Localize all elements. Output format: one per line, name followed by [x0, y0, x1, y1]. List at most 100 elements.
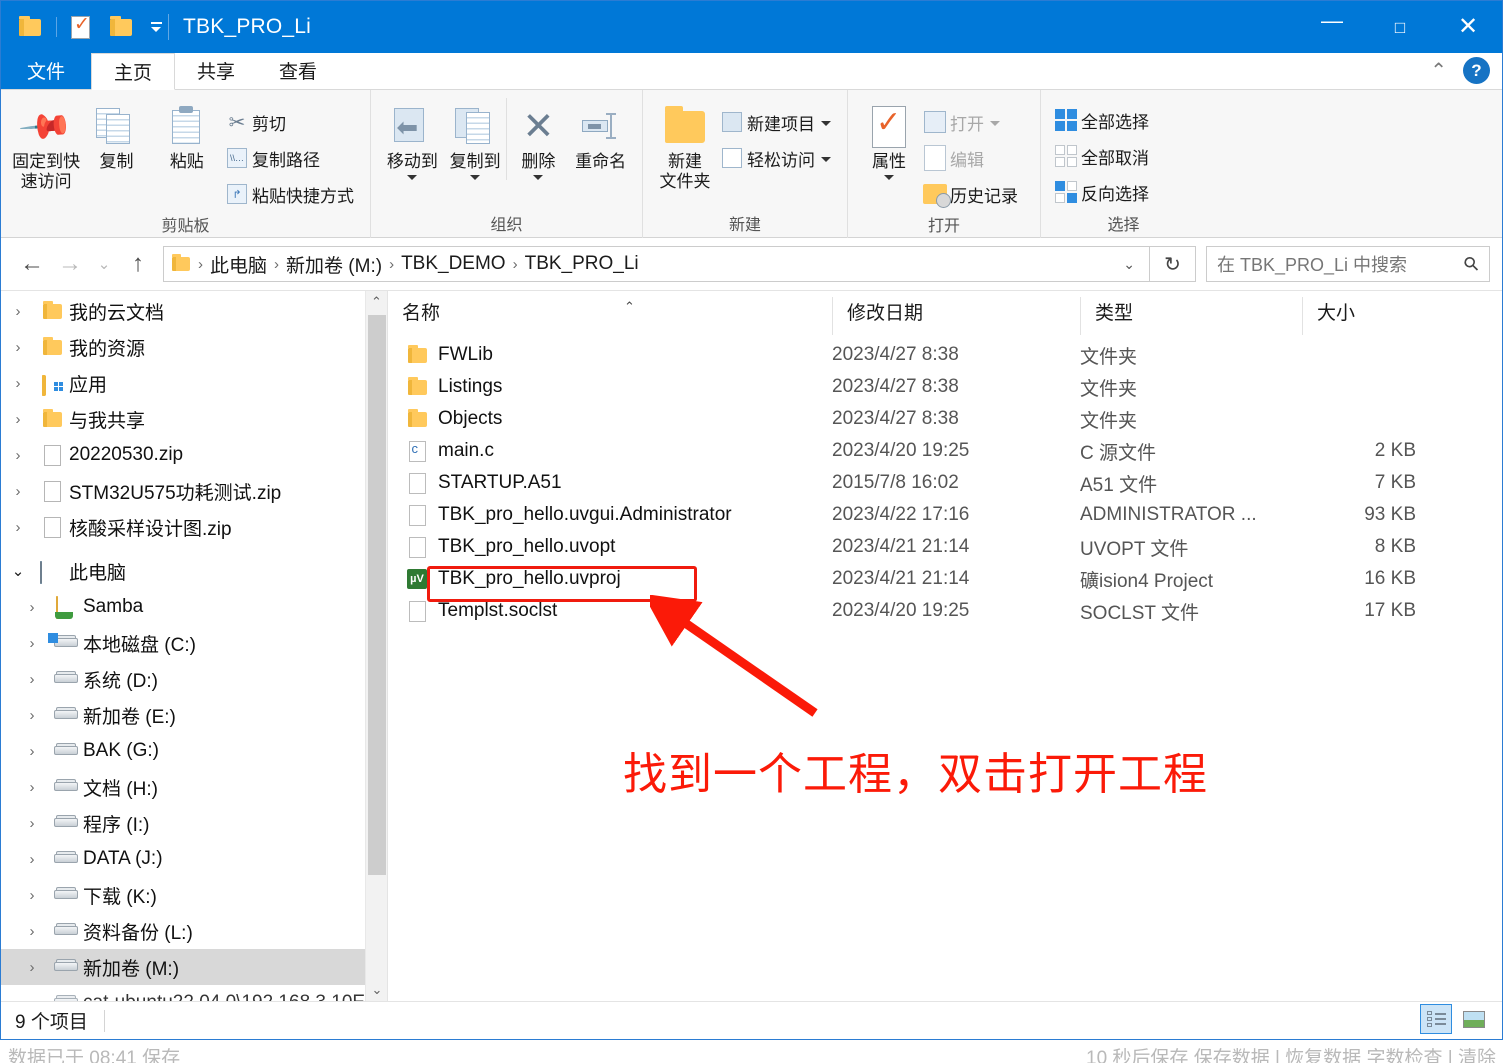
- column-header-size[interactable]: 大小: [1302, 297, 1442, 335]
- chevron-right-icon[interactable]: ›: [15, 743, 49, 760]
- details-view-button[interactable]: [1420, 1004, 1452, 1034]
- chevron-right-icon[interactable]: ›: [1, 303, 35, 320]
- sidebar-item-shared-with-me[interactable]: › 与我共享: [1, 401, 387, 437]
- sidebar-item-local-disk-c[interactable]: › 本地磁盘 (C:): [1, 625, 387, 661]
- select-none-button[interactable]: 全部取消: [1051, 138, 1155, 174]
- breadcrumb-item-2[interactable]: TBK_DEMO: [398, 253, 509, 275]
- file-name-cell[interactable]: Templst.soclst: [388, 600, 832, 622]
- folder-icon[interactable]: [15, 12, 45, 42]
- chevron-down-icon[interactable]: [821, 121, 831, 126]
- sidebar-item-drive-h[interactable]: › 文档 (H:): [1, 769, 387, 805]
- file-name-cell[interactable]: FWLib: [388, 344, 832, 366]
- sidebar-item-my-cloud-docs[interactable]: › 我的云文档: [1, 293, 387, 329]
- sidebar-item-drive-k[interactable]: › 下载 (K:): [1, 877, 387, 913]
- chevron-right-icon[interactable]: ›: [1, 519, 35, 536]
- table-row-uvproj[interactable]: µV TBK_pro_hello.uvproj 2023/4/21 21:14 …: [388, 563, 1502, 595]
- invert-selection-button[interactable]: 反向选择: [1051, 174, 1155, 210]
- chevron-down-icon[interactable]: ⌄: [1123, 256, 1141, 273]
- chevron-right-icon[interactable]: ›: [1, 447, 35, 464]
- sidebar-item-drive-i[interactable]: › 程序 (I:): [1, 805, 387, 841]
- easy-access-button[interactable]: 轻松访问: [717, 140, 837, 176]
- minimize-button[interactable]: —: [1298, 1, 1366, 53]
- table-row[interactable]: Objects 2023/4/27 8:38 文件夹: [388, 403, 1502, 435]
- file-name-cell[interactable]: Objects: [388, 408, 832, 430]
- sidebar-item-zip-hesuan[interactable]: › 核酸采样设计图.zip: [1, 509, 387, 545]
- table-row[interactable]: FWLib 2023/4/27 8:38 文件夹: [388, 339, 1502, 371]
- chevron-right-icon[interactable]: ›: [1, 483, 35, 500]
- table-row[interactable]: TBK_pro_hello.uvgui.Administrator 2023/4…: [388, 499, 1502, 531]
- tab-view[interactable]: 查看: [257, 52, 339, 89]
- chevron-up-icon[interactable]: ⌃: [1430, 58, 1447, 83]
- chevron-down-icon[interactable]: [884, 174, 894, 180]
- sidebar-item-samba[interactable]: › Samba: [1, 589, 387, 625]
- file-name-cell[interactable]: TBK_pro_hello.uvgui.Administrator: [388, 504, 832, 526]
- chevron-right-icon[interactable]: ›: [15, 635, 49, 652]
- properties-icon[interactable]: [66, 12, 96, 42]
- copy-path-button[interactable]: \\… 复制路径: [222, 140, 360, 176]
- chevron-right-icon[interactable]: ›: [15, 887, 49, 904]
- navigation-scrollbar[interactable]: ⌃ ⌄: [365, 291, 387, 1001]
- sidebar-item-drive-d[interactable]: › 系统 (D:): [1, 661, 387, 697]
- tab-home[interactable]: 主页: [91, 53, 176, 90]
- select-all-button[interactable]: 全部选择: [1051, 102, 1155, 138]
- table-row[interactable]: main.c 2023/4/20 19:25 C 源文件 2 KB: [388, 435, 1502, 467]
- chevron-right-icon[interactable]: ›: [15, 815, 49, 832]
- chevron-right-icon[interactable]: ›: [15, 779, 49, 796]
- tab-file[interactable]: 文件: [1, 52, 92, 89]
- file-name-cell[interactable]: Listings: [388, 376, 832, 398]
- history-button[interactable]: 历史记录: [920, 176, 1024, 212]
- table-row[interactable]: STARTUP.A51 2015/7/8 16:02 A51 文件 7 KB: [388, 467, 1502, 499]
- refresh-button[interactable]: ↻: [1150, 246, 1196, 282]
- paste-shortcut-button[interactable]: ↱ 粘贴快捷方式: [222, 176, 360, 212]
- chevron-down-icon[interactable]: [990, 121, 1000, 126]
- file-name-cell[interactable]: TBK_pro_hello.uvopt: [388, 536, 832, 558]
- recent-locations-button[interactable]: ⌄: [89, 255, 119, 273]
- edit-button[interactable]: 编辑: [920, 140, 1024, 176]
- new-folder-icon[interactable]: [106, 12, 136, 42]
- sidebar-item-network-drive[interactable]: › cat-ubuntu22.04.0\192.168.3.10E): [1, 985, 387, 1001]
- table-row[interactable]: TBK_pro_hello.uvopt 2023/4/21 21:14 UVOP…: [388, 531, 1502, 563]
- properties-button[interactable]: 属性: [858, 98, 920, 180]
- customize-quick-access-icon[interactable]: [146, 22, 166, 32]
- new-item-button[interactable]: 新建项目: [717, 104, 837, 140]
- sidebar-item-zip-stm32u575[interactable]: › STM32U575功耗测试.zip: [1, 473, 387, 509]
- forward-button[interactable]: →: [51, 250, 89, 278]
- sidebar-item-drive-m[interactable]: › 新加卷 (M:): [1, 949, 387, 985]
- chevron-down-icon[interactable]: [470, 174, 481, 180]
- chevron-right-icon[interactable]: ›: [1, 411, 35, 428]
- scroll-down-icon[interactable]: ⌄: [366, 979, 387, 1001]
- chevron-right-icon[interactable]: ›: [15, 959, 49, 976]
- table-row[interactable]: Templst.soclst 2023/4/20 19:25 SOCLST 文件…: [388, 595, 1502, 627]
- scroll-up-icon[interactable]: ⌃: [366, 291, 387, 313]
- chevron-down-icon[interactable]: ⌄: [1, 562, 35, 580]
- rename-button[interactable]: 重命名: [569, 98, 632, 172]
- large-icons-view-button[interactable]: [1458, 1004, 1490, 1034]
- file-name-cell[interactable]: STARTUP.A51: [388, 472, 832, 494]
- column-header-type[interactable]: 类型: [1080, 297, 1302, 335]
- search-input[interactable]: 在 TBK_PRO_Li 中搜索 ⚲: [1206, 246, 1490, 282]
- sidebar-item-drive-g[interactable]: › BAK (G:): [1, 733, 387, 769]
- column-header-name[interactable]: 名称 ⌃: [388, 297, 832, 335]
- delete-button[interactable]: ✕ 删除: [506, 98, 569, 180]
- up-button[interactable]: ↑: [119, 250, 157, 278]
- scrollbar-thumb[interactable]: [368, 315, 386, 875]
- chevron-down-icon[interactable]: [407, 174, 418, 180]
- copy-to-button[interactable]: 复制到: [444, 98, 507, 180]
- chevron-down-icon[interactable]: [821, 157, 831, 162]
- tab-share[interactable]: 共享: [175, 52, 257, 89]
- sidebar-item-drive-e[interactable]: › 新加卷 (E:): [1, 697, 387, 733]
- chevron-right-icon[interactable]: ›: [15, 923, 49, 940]
- move-to-button[interactable]: ⬅ 移动到: [381, 98, 444, 180]
- paste-button[interactable]: 粘贴: [152, 98, 222, 172]
- copy-button[interactable]: 复制: [81, 98, 151, 172]
- sidebar-item-this-pc[interactable]: ⌄ 此电脑: [1, 553, 387, 589]
- chevron-right-icon[interactable]: ›: [1, 375, 35, 392]
- chevron-right-icon[interactable]: ›: [15, 707, 49, 724]
- new-folder-button[interactable]: 新建 文件夹: [653, 98, 717, 191]
- pin-to-quick-access-button[interactable]: 📌 固定到快 速访问: [11, 98, 81, 191]
- chevron-right-icon[interactable]: ›: [15, 599, 49, 616]
- help-icon[interactable]: ?: [1463, 57, 1490, 84]
- chevron-right-icon[interactable]: ›: [1, 339, 35, 356]
- file-name-cell[interactable]: main.c: [388, 440, 832, 462]
- table-row[interactable]: Listings 2023/4/27 8:38 文件夹: [388, 371, 1502, 403]
